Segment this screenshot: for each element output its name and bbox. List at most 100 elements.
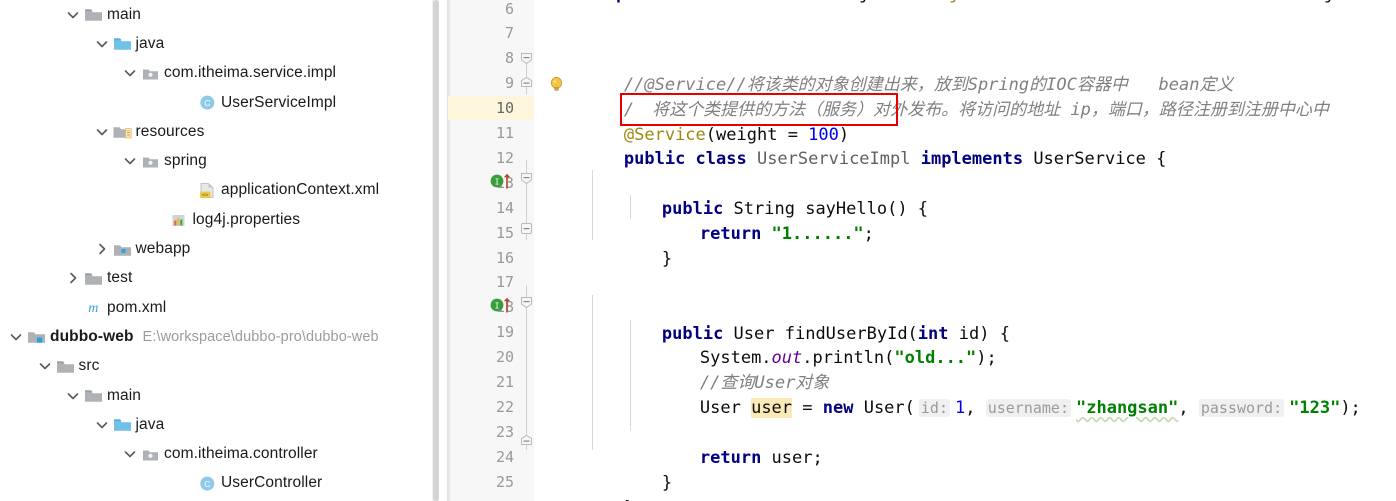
tree-item-path: E:\workspace\dubbo-pro\dubbo-web	[142, 328, 379, 345]
tree-item-com-itheima-service-impl[interactable]: com.itheima.service.impl	[0, 59, 448, 88]
tree-item-com-itheima-controller[interactable]: com.itheima.controller	[0, 439, 448, 468]
chevron-down-icon[interactable]	[8, 329, 24, 345]
tree-item-userserviceimpl[interactable]: C UserServiceImpl	[0, 88, 448, 117]
tree-item-label: resources	[135, 122, 205, 140]
code-line-21-comma-2: ,	[1178, 398, 1199, 419]
tree-item-label: com.itheima.service.impl	[164, 64, 337, 82]
folder-grey-icon	[84, 6, 103, 23]
code-line-23[interactable]: return user;	[542, 421, 823, 468]
fold-marker-method-sayhello-close[interactable]	[520, 222, 533, 235]
chevron-down-icon[interactable]	[94, 124, 110, 140]
implemented-method-marker-icon-18[interactable]: I	[490, 296, 512, 313]
package-grey-icon	[141, 65, 160, 82]
tree-item-applicationcontext-xml[interactable]: <> applicationContext.xml	[0, 176, 448, 205]
tree-item-dubbo-web[interactable]: dubbo-web E:\workspace\dubbo-pro\dubbo-we…	[0, 322, 448, 351]
tree-item-webapp[interactable]: webapp	[0, 234, 448, 263]
tree-item-resources[interactable]: resources	[0, 117, 448, 146]
tree-item-pom-xml[interactable]: m pom.xml	[0, 293, 448, 322]
package-grey-icon	[141, 153, 160, 170]
code-line-14[interactable]: return "1......";	[542, 197, 874, 244]
code-line-23-kw-return: return	[699, 448, 772, 468]
fold-marker-comment-8[interactable]	[520, 52, 533, 65]
tree-item-log4j-properties[interactable]: log4j.properties	[0, 205, 448, 234]
implemented-method-marker-icon-13[interactable]: I	[490, 172, 512, 189]
folder-webapp-icon	[113, 241, 132, 258]
code-line-21-variable: user	[751, 398, 793, 419]
line-number-8: 8	[504, 49, 514, 68]
chevron-down-icon[interactable]	[65, 388, 81, 404]
code-editor[interactable]: 67891011121314151617181920212223242526	[448, 0, 1396, 501]
module-folder-icon	[27, 328, 46, 345]
svg-text:I: I	[495, 177, 500, 186]
code-line-10[interactable]: @Service(weight = 100)	[542, 98, 849, 145]
code-line-21-kw-new: new	[822, 398, 854, 419]
folder-resources-icon	[113, 123, 132, 140]
code-line-24[interactable]: }	[542, 446, 672, 493]
code-line-19[interactable]: System.out.println("old...");	[542, 322, 997, 368]
code-line-18[interactable]: public User findUserById(int id) {	[542, 297, 1010, 344]
fold-marker-method-finduser-open[interactable]	[520, 296, 533, 309]
code-line-11-class-name: UserServiceImpl	[756, 149, 911, 170]
svg-text:<>: <>	[202, 193, 209, 199]
tree-item-src[interactable]: src	[0, 352, 448, 381]
code-line-21[interactable]: User user = new User(id: 1, username: "zha…	[542, 371, 1361, 419]
code-line-9[interactable]: / 将这个类提供的方法（服务）对外发布。将访问的地址 ip，端口，路径注册到注册中…	[542, 73, 1329, 120]
intention-bulb-icon[interactable]	[548, 76, 564, 92]
line-number-19: 19	[495, 323, 514, 342]
code-text-area[interactable]: p j j j //@Service//将该类的对象创建出来，放到Spring的…	[534, 0, 1396, 501]
line-number-22: 22	[495, 397, 514, 416]
code-line-8[interactable]: //@Service//将该类的对象创建出来，放到Spring的IOC容器中 b…	[542, 48, 1234, 95]
code-line-21-type: User	[699, 398, 752, 419]
chevron-down-icon[interactable]	[122, 153, 138, 169]
code-line-24-brace: }	[661, 472, 673, 493]
tree-item-label: src	[78, 357, 100, 375]
tree-item-java[interactable]: java	[0, 410, 448, 439]
line-number-12: 12	[495, 148, 514, 167]
tree-item-label: spring	[164, 152, 207, 170]
tree-item-main[interactable]: main	[0, 381, 448, 410]
code-line-19-string: "old..."	[894, 348, 977, 369]
code-line-11-kw-public-class: public class	[623, 149, 757, 170]
tree-item-usercontroller[interactable]: C UserController	[0, 469, 448, 498]
package-grey-icon	[141, 446, 160, 463]
chevron-down-icon[interactable]	[65, 7, 81, 23]
code-line-20[interactable]: //查询User对象	[542, 346, 829, 393]
chevron-right-icon[interactable]	[65, 270, 81, 286]
tree-item-main[interactable]: main	[0, 0, 448, 29]
project-tree-panel[interactable]: main java com.itheima.service.impl C UserSer…	[0, 0, 448, 501]
param-hint-username: username:	[985, 399, 1071, 418]
line-number-6: 6	[504, 0, 514, 18]
tree-item-test[interactable]: test	[0, 264, 448, 293]
line-number-9: 9	[504, 74, 514, 93]
param-hint-id: id:	[918, 399, 950, 418]
svg-text:I: I	[495, 301, 500, 310]
line-number-7: 7	[504, 24, 514, 43]
line-number-10: 10	[495, 99, 514, 118]
code-line-13[interactable]: public String sayHello() {	[542, 172, 928, 219]
code-line-11[interactable]: public class UserServiceImpl implements …	[542, 123, 1167, 169]
maven-m-icon: m	[84, 299, 103, 316]
line-number-16: 16	[495, 248, 514, 267]
panel-divider[interactable]	[439, 0, 448, 501]
fold-marker-comment-9[interactable]	[520, 76, 533, 89]
chevron-down-icon[interactable]	[37, 358, 53, 374]
chevron-down-icon[interactable]	[122, 65, 138, 81]
fold-region-line-method2	[526, 285, 527, 450]
code-line-15[interactable]: }	[542, 222, 672, 269]
line-number-24: 24	[495, 447, 514, 466]
fold-marker-method-sayhello-open[interactable]	[520, 172, 533, 185]
code-line-25[interactable]: }	[542, 471, 634, 501]
fold-marker-method-finduser-close[interactable]	[520, 434, 533, 447]
chevron-down-icon[interactable]	[94, 36, 110, 52]
code-line-11-interface-name: UserService	[1033, 149, 1146, 170]
chevron-right-icon[interactable]	[94, 241, 110, 257]
chevron-down-icon[interactable]	[94, 417, 110, 433]
tree-item-spring[interactable]: spring	[0, 146, 448, 175]
code-line-19-tail: );	[976, 348, 997, 369]
chevron-down-icon[interactable]	[122, 446, 138, 462]
tree-item-label: dubbo-web	[50, 327, 134, 345]
tree-item-java[interactable]: java	[0, 29, 448, 58]
